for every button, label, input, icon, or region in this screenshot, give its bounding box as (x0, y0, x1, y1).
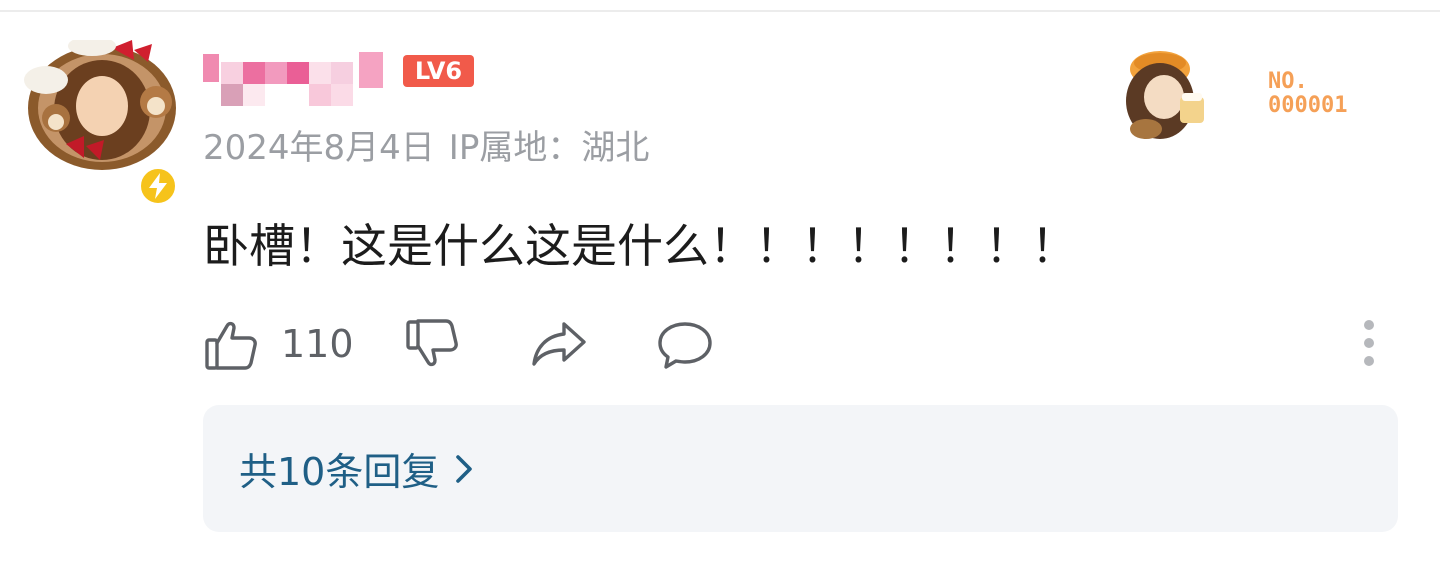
username-obscured[interactable] (203, 40, 387, 112)
decoration-number: NO. 000001 (1268, 70, 1347, 118)
like-button[interactable]: 110 (203, 312, 354, 376)
verified-badge (138, 166, 178, 206)
like-count: 110 (281, 322, 354, 366)
comment-meta: 2024年8月4日 IP属地：湖北 (203, 120, 663, 169)
comment-text: 卧槽！这是什么这是什么！！！！！！！！ (203, 219, 1077, 273)
thumbs-down-icon (406, 319, 458, 367)
comment-card: LV6 2024年8月4日 IP属地：湖北 NO. 000001 卧槽！这是什么这… (0, 0, 1440, 572)
chevron-right-icon (456, 454, 473, 483)
replies-label: 共10条回复 (239, 450, 440, 494)
more-options-button[interactable] (1352, 318, 1386, 368)
view-replies-link[interactable]: 共10条回复 (239, 441, 473, 496)
comment-bubble-icon (658, 322, 712, 369)
share-icon (532, 322, 586, 366)
decoration-number-top: NO. (1268, 69, 1308, 94)
thumbs-up-icon (205, 321, 257, 370)
user-avatar[interactable] (20, 36, 184, 206)
comment-button[interactable] (656, 312, 714, 376)
share-button[interactable] (530, 312, 588, 376)
dislike-button[interactable] (404, 312, 460, 376)
decoration-sticker (1116, 45, 1216, 143)
replies-panel: 共10条回复 (203, 405, 1398, 532)
lightning-icon (149, 173, 167, 199)
level-badge: LV6 (403, 55, 474, 87)
comment-date: 2024年8月4日 (203, 128, 435, 168)
more-vertical-icon (1364, 320, 1374, 366)
decoration-number-bottom: 000001 (1268, 93, 1348, 118)
ip-location: IP属地：湖北 (448, 128, 650, 168)
